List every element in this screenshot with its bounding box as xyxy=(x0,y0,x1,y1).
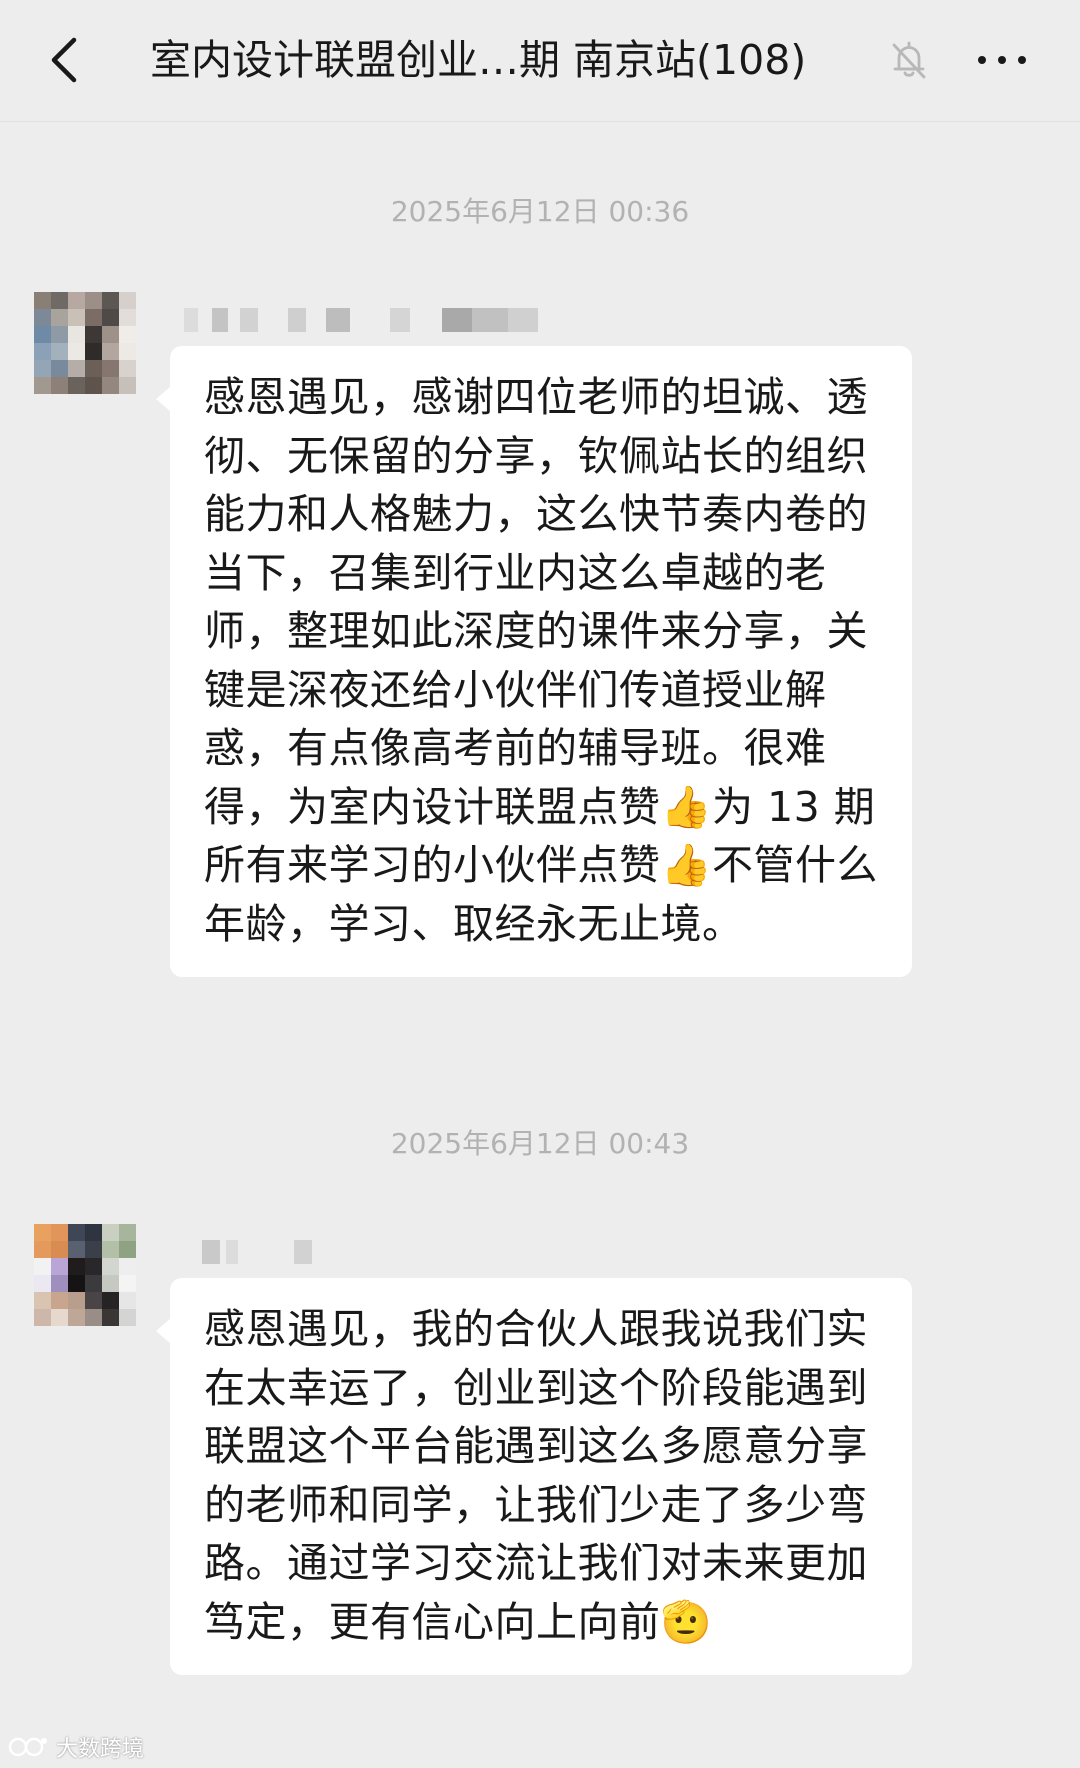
sender-name-blurred xyxy=(184,1234,312,1270)
chat-screen: 室内设计联盟创业…期 南京站(108) 2025年6月12日 00:36 感恩遇… xyxy=(0,0,1080,1768)
message-timestamp: 2025年6月12日 00:43 xyxy=(390,1127,690,1160)
back-button[interactable] xyxy=(36,28,92,92)
more-horizontal-icon xyxy=(978,56,986,64)
message-bubble[interactable]: 感恩遇见，感谢四位老师的坦诚、透彻、无保留的分享，钦佩站长的组织能力和人格魅力，… xyxy=(156,346,912,977)
message-bubble[interactable]: 感恩遇见，我的合伙人跟我说我们实在太幸运了，创业到这个阶段能遇到联盟这个平台能遇… xyxy=(156,1278,912,1675)
message-timestamp: 2025年6月12日 00:36 xyxy=(390,195,690,228)
watermark: 大数跨境 xyxy=(8,1730,144,1764)
watermark-text: 大数跨境 xyxy=(56,1737,145,1762)
chevron-left-icon xyxy=(51,37,77,83)
bell-off-icon[interactable] xyxy=(885,36,933,84)
avatar[interactable] xyxy=(34,292,136,394)
more-options-button[interactable] xyxy=(970,34,1034,86)
chat-title[interactable]: 室内设计联盟创业…期 南京站(108) xyxy=(150,28,870,92)
watermark-logo-icon xyxy=(8,1737,47,1757)
message-text: 感恩遇见，我的合伙人跟我说我们实在太幸运了，创业到这个阶段能遇到联盟这个平台能遇… xyxy=(204,1305,868,1646)
avatar[interactable] xyxy=(34,1224,136,1326)
chat-header: 室内设计联盟创业…期 南京站(108) xyxy=(0,0,1080,122)
message-text: 感恩遇见，感谢四位老师的坦诚、透彻、无保留的分享，钦佩站长的组织能力和人格魅力，… xyxy=(204,373,879,948)
sender-name-blurred xyxy=(184,302,538,338)
